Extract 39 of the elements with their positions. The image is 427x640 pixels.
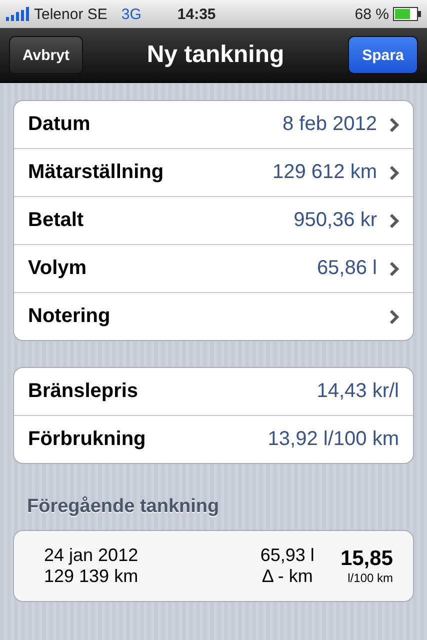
row-value: 13,92 l/100 km (268, 428, 399, 451)
form-row[interactable]: Betalt 950,36 kr (14, 196, 413, 244)
previous-volume: 65,93 l (260, 545, 314, 566)
previous-date: 24 jan 2012 (44, 545, 140, 566)
form-row[interactable]: Notering (14, 292, 413, 340)
row-value: 8 feb 2012 (282, 113, 377, 136)
status-time: 14:35 (177, 6, 217, 22)
chevron-icon (389, 262, 399, 276)
row-label: Notering (28, 305, 112, 328)
previous-distance: Δ - km (262, 566, 313, 587)
chevron-icon (389, 118, 399, 132)
row-label: Förbrukning (28, 428, 147, 451)
cancel-button[interactable]: Avbryt (9, 36, 83, 74)
row-value: 950,36 kr (294, 209, 377, 232)
save-button[interactable]: Spara (348, 36, 418, 74)
row-value: 129 612 km (272, 161, 377, 184)
row-label: Datum (28, 113, 92, 136)
chevron-icon (389, 310, 399, 324)
row-label: Betalt (28, 209, 85, 232)
row-label: Volym (28, 257, 88, 280)
battery-icon (393, 7, 421, 21)
network-type: 3G (121, 6, 142, 22)
form-row[interactable]: Datum 8 feb 2012 (14, 101, 413, 148)
row-value: 65,86 l (316, 257, 377, 280)
row-label: Bränslepris (28, 380, 140, 403)
form-row[interactable]: Mätarställning 129 612 km (14, 148, 413, 196)
consumption-value: 15,85 (340, 547, 393, 571)
row-label: Mätarställning (28, 161, 165, 184)
chevron-icon (389, 166, 399, 180)
screen-title: Ny tankning (146, 41, 284, 69)
chevron-icon (389, 214, 399, 228)
section-header: Föregående tankning (27, 496, 220, 518)
form-row[interactable]: Volym 65,86 l (14, 244, 413, 292)
carrier-name: Telenor SE (34, 6, 108, 22)
signal-icon (6, 7, 30, 21)
row-value: 14,43 kr/l (316, 380, 399, 403)
consumption-unit: l/100 km (348, 571, 393, 585)
battery-percent: 68 % (354, 6, 389, 22)
previous-odometer: 129 139 km (44, 566, 140, 587)
